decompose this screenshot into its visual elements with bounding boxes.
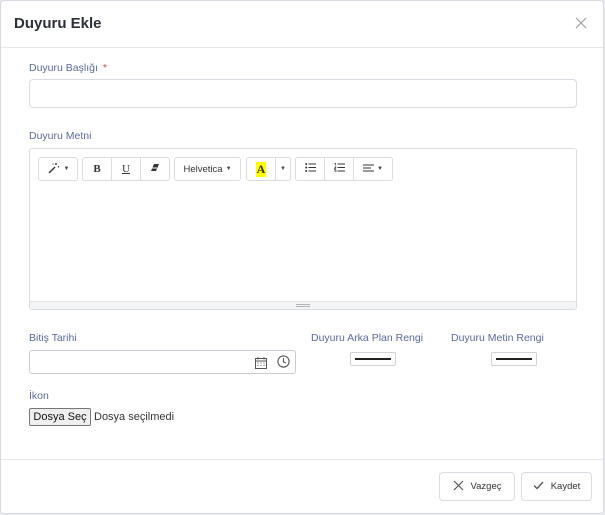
chevron-down-icon: ▼ <box>225 166 232 172</box>
align-left-icon <box>363 163 375 175</box>
editor-toolbar: ▼ B U Helvetica ▼ A ▼ ▼ <box>30 149 576 189</box>
close-icon <box>453 480 471 494</box>
font-name: Helvetica <box>183 163 223 175</box>
magic-wand-icon <box>47 162 61 177</box>
icon-label: İkon <box>29 390 49 402</box>
bg-color-label: Duyuru Arka Plan Rengi <box>311 332 424 344</box>
bg-color-swatch <box>355 358 391 360</box>
clear-format-button[interactable] <box>140 157 170 181</box>
close-icon[interactable] <box>574 16 588 30</box>
bullet-list-icon <box>304 163 316 175</box>
cancel-button[interactable]: Vazgeç <box>439 472 515 501</box>
save-button[interactable]: Kaydet <box>521 472 592 501</box>
calendar-icon[interactable] <box>255 356 267 374</box>
color-dropdown-button[interactable]: ▼ <box>275 157 291 181</box>
end-date-input[interactable] <box>29 350 296 374</box>
text-color-label: Duyuru Metin Rengi <box>451 332 544 344</box>
title-label-text: Duyuru Başlığı <box>29 62 98 74</box>
modal-footer: Vazgeç Kaydet <box>1 459 603 515</box>
check-icon <box>533 481 551 493</box>
style-button[interactable]: ▼ <box>38 157 78 181</box>
rich-text-editor: ▼ B U Helvetica ▼ A ▼ ▼ <box>29 148 577 310</box>
text-color-swatch <box>496 358 532 360</box>
clock-icon[interactable] <box>277 355 290 373</box>
end-date-label: Bitiş Tarihi <box>29 332 77 344</box>
chevron-down-icon: ▼ <box>280 166 286 172</box>
bg-color-picker[interactable] <box>350 352 396 366</box>
text-label: Duyuru Metni <box>29 130 92 142</box>
required-mark: * <box>102 62 107 74</box>
fore-color-button[interactable]: A <box>246 157 276 181</box>
numbered-list-icon <box>333 163 345 175</box>
color-letter: A <box>255 161 267 177</box>
title-input[interactable] <box>29 79 577 108</box>
paragraph-align-button[interactable]: ▼ <box>353 157 393 181</box>
editor-content-area[interactable] <box>30 189 576 301</box>
unordered-list-button[interactable] <box>295 157 325 181</box>
save-label: Kaydet <box>550 481 581 492</box>
bold-button[interactable]: B <box>82 157 112 181</box>
underline-button[interactable]: U <box>111 157 141 181</box>
file-status: Dosya seçilmedi <box>94 411 175 423</box>
cancel-label: Vazgeç <box>470 481 502 492</box>
grip-icon <box>296 304 310 307</box>
chevron-down-icon: ▼ <box>377 166 383 172</box>
editor-resize-handle[interactable] <box>30 301 576 309</box>
ordered-list-button[interactable] <box>324 157 354 181</box>
file-choose-button[interactable]: Dosya Seç <box>29 408 91 426</box>
modal-header: Duyuru Ekle <box>1 1 603 48</box>
text-color-picker[interactable] <box>491 352 537 366</box>
modal-title: Duyuru Ekle <box>14 15 102 32</box>
chevron-down-icon: ▼ <box>63 166 70 172</box>
eraser-icon <box>150 163 160 175</box>
font-family-select[interactable]: Helvetica ▼ <box>174 157 241 181</box>
title-label: Duyuru Başlığı * <box>29 62 107 74</box>
announcement-modal: Duyuru Ekle Duyuru Başlığı * Duyuru Metni… <box>0 0 604 514</box>
